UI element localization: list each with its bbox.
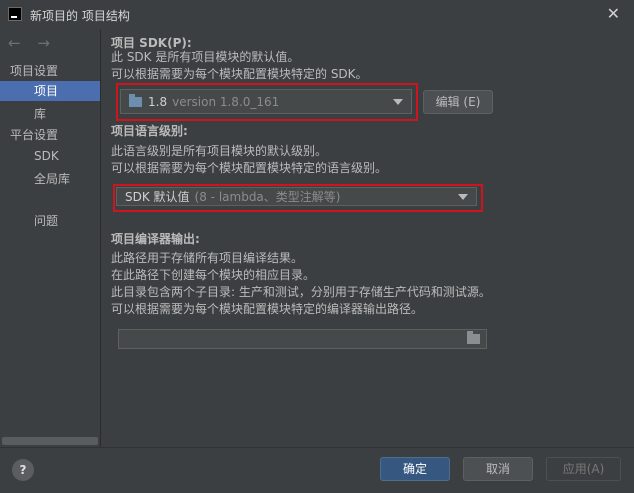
- output-desc-4: 可以根据需要为每个模块配置模块特定的编译器输出路径。: [111, 302, 424, 316]
- sidebar-section-project-settings: 项目设置: [10, 64, 59, 78]
- sidebar-item-libraries[interactable]: 库: [34, 104, 46, 124]
- chevron-down-icon: [458, 193, 468, 200]
- chevron-down-icon: [393, 98, 403, 105]
- back-forward-arrows-icon[interactable]: ← →: [8, 34, 56, 52]
- output-desc-3: 此目录包含两个子目录: 生产和测试，分别用于存储生产代码和测试源。: [111, 285, 491, 299]
- sdk-dropdown[interactable]: 1.8 version 1.8.0_161: [120, 89, 412, 114]
- compiler-output-path-field[interactable]: [118, 329, 487, 349]
- sidebar-scrollbar[interactable]: [2, 437, 98, 445]
- window-title: 新项目的 项目结构: [30, 9, 130, 23]
- apply-button[interactable]: 应用(A): [546, 457, 621, 481]
- edit-sdk-button[interactable]: 编辑 (E): [423, 90, 493, 114]
- sidebar-item-sdk[interactable]: SDK: [34, 146, 59, 166]
- language-level-dropdown[interactable]: SDK 默认值 (8 - lambda、类型注解等): [116, 187, 477, 206]
- ok-button[interactable]: 确定: [380, 457, 450, 481]
- language-selected-detail: (8 - lambda、类型注解等): [194, 190, 341, 204]
- jdk-folder-icon: [129, 93, 142, 107]
- sdk-desc-2: 可以根据需要为每个模块配置模块特定的 SDK。: [111, 67, 368, 81]
- language-level-header: 项目语言级别:: [111, 124, 188, 138]
- close-icon[interactable]: ✕: [607, 4, 620, 23]
- folder-browse-icon[interactable]: [467, 331, 480, 344]
- cancel-button[interactable]: 取消: [463, 457, 533, 481]
- sidebar-item-problems[interactable]: 问题: [34, 211, 58, 231]
- language-selected-main: SDK 默认值: [125, 190, 190, 204]
- language-desc-2: 可以根据需要为每个模块配置模块特定的语言级别。: [111, 161, 388, 175]
- output-desc-2: 在此路径下创建每个模块的相应目录。: [111, 268, 316, 282]
- sdk-desc-1: 此 SDK 是所有项目模块的默认值。: [111, 50, 300, 64]
- compiler-output-header: 项目编译器输出:: [111, 232, 200, 246]
- sidebar-item-project[interactable]: 项目: [0, 81, 100, 101]
- sdk-selected-name: 1.8: [148, 94, 168, 109]
- title-bar: 新项目的 项目结构 ✕: [0, 0, 634, 30]
- dialog-footer: ? 确定 取消 应用(A): [0, 447, 634, 493]
- language-desc-1: 此语言级别是所有项目模块的默认级别。: [111, 144, 328, 158]
- sidebar-item-global-libraries[interactable]: 全局库: [34, 169, 70, 189]
- sidebar-section-platform-settings: 平台设置: [10, 128, 59, 142]
- sdk-selected-version: version 1.8.0_161: [172, 94, 280, 109]
- output-desc-1: 此路径用于存储所有项目编译结果。: [111, 251, 304, 265]
- project-settings-panel: 项目 SDK(P): 此 SDK 是所有项目模块的默认值。 可以根据需要为每个模…: [101, 30, 634, 447]
- help-icon[interactable]: ?: [12, 459, 34, 481]
- intellij-app-icon: [8, 7, 22, 21]
- sidebar: ← → 项目设置 项目 库 平台设置 SDK 全局库 问题: [0, 30, 101, 447]
